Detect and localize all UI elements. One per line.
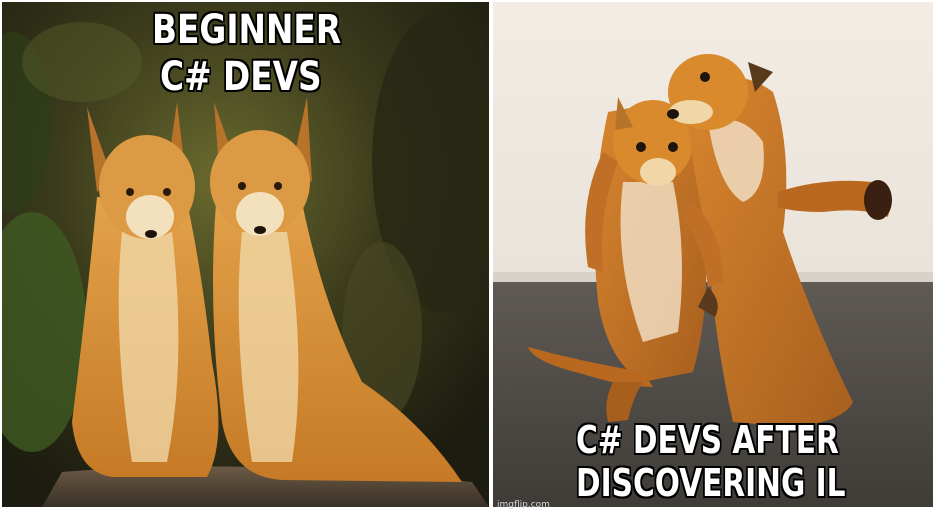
- bottom-caption-line-1: C# DEVS AFTER: [576, 418, 839, 462]
- top-caption-line-1: BEGINNER: [152, 7, 342, 53]
- watermark-text: imgflip.com: [497, 500, 550, 510]
- bottom-caption-line-2: DISCOVERING IL: [576, 461, 846, 505]
- top-caption-line-2: C# DEVS: [160, 54, 322, 100]
